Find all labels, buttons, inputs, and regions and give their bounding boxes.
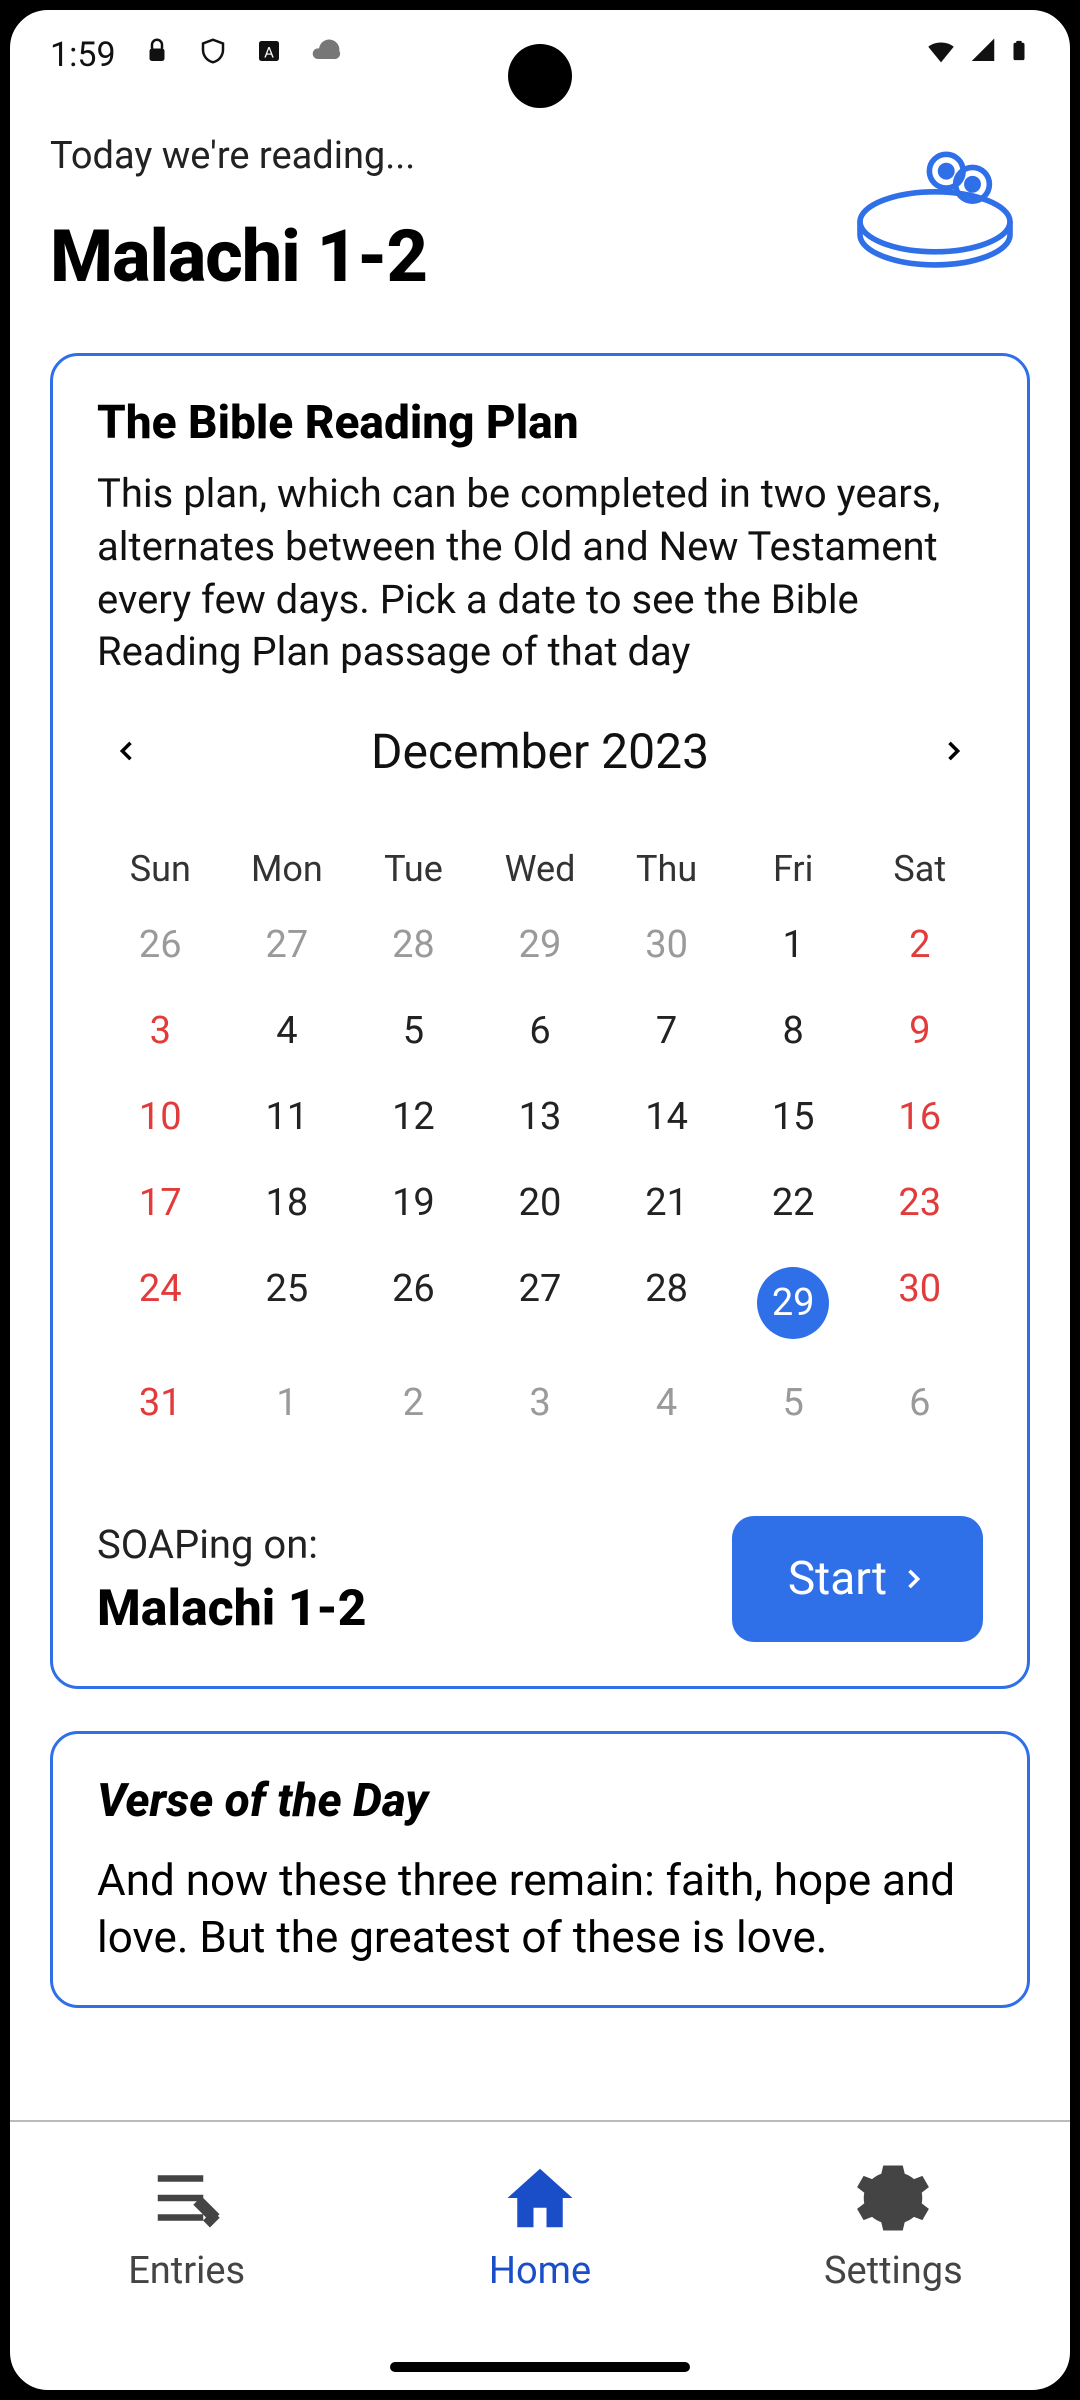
entries-icon [148,2159,226,2237]
calendar-day[interactable]: 21 [603,1160,730,1246]
calendar-day[interactable]: 10 [97,1074,224,1160]
calendar-day[interactable]: 28 [350,902,477,988]
start-button-label: Start [788,1552,887,1606]
start-button[interactable]: Start [732,1516,983,1642]
weekday-label: Wed [477,827,604,902]
nav-entries-label: Entries [128,2249,245,2293]
apps-icon: A [254,35,284,75]
votd-title: Verse of the Day [97,1774,983,1828]
home-icon [501,2159,579,2237]
reading-plan-description: This plan, which can be completed in two… [97,468,983,679]
cloud-icon [310,35,342,76]
calendar-day[interactable]: 5 [350,988,477,1074]
calendar-day[interactable]: 11 [224,1074,351,1160]
calendar-day[interactable]: 24 [97,1246,224,1360]
calendar-day[interactable]: 27 [224,902,351,988]
weekday-label: Thu [603,827,730,902]
calendar-day[interactable]: 14 [603,1074,730,1160]
month-label: December 2023 [157,723,923,780]
calendar-day[interactable]: 16 [856,1074,983,1160]
nav-settings-label: Settings [824,2249,963,2293]
main-content: Today we're reading... Malachi 1-2 The B… [10,100,1070,2120]
svg-text:A: A [264,43,274,61]
calendar-day[interactable]: 23 [856,1160,983,1246]
calendar-day[interactable]: 31 [97,1360,224,1446]
calendar-day[interactable]: 12 [350,1074,477,1160]
wifi-icon [924,34,958,77]
calendar-day[interactable]: 26 [350,1246,477,1360]
chevron-right-icon [899,1565,927,1593]
weekday-label: Tue [350,827,477,902]
calendar-day[interactable]: 3 [477,1360,604,1446]
greeting-text: Today we're reading... [50,134,840,178]
soap-passage: Malachi 1-2 [97,1580,366,1638]
calendar-day[interactable]: 22 [730,1160,857,1246]
calendar-day[interactable]: 17 [97,1160,224,1246]
calendar-day[interactable]: 27 [477,1246,604,1360]
calendar-day[interactable]: 6 [477,988,604,1074]
weekday-label: Fri [730,827,857,902]
next-month-button[interactable] [923,721,983,781]
votd-body: And now these three remain: faith, hope … [97,1852,983,1965]
shield-icon [198,35,228,75]
nav-home-label: Home [489,2249,591,2293]
calendar-day[interactable]: 13 [477,1074,604,1160]
calendar-day[interactable]: 4 [224,988,351,1074]
calendar-day[interactable]: 5 [730,1360,857,1446]
calendar-day[interactable]: 15 [730,1074,857,1160]
lock-icon [142,35,172,75]
prev-month-button[interactable] [97,721,157,781]
calendar-day[interactable]: 9 [856,988,983,1074]
camera-cutout [508,44,572,108]
calendar-day[interactable]: 30 [603,902,730,988]
calendar-day[interactable]: 26 [97,902,224,988]
calendar-day[interactable]: 2 [350,1360,477,1446]
device-frame: 1:59 A [0,0,1080,2400]
calendar-day[interactable]: 25 [224,1246,351,1360]
calendar-day[interactable]: 28 [603,1246,730,1360]
reading-plan-title: The Bible Reading Plan [97,396,983,450]
soap-logo-icon [840,128,1030,278]
calendar-day[interactable]: 2 [856,902,983,988]
calendar-day[interactable]: 29 [477,902,604,988]
calendar: SunMonTueWedThuFriSat 262728293012345678… [97,827,983,1446]
calendar-day[interactable]: 7 [603,988,730,1074]
bottom-nav: Entries Home Settings [10,2120,1070,2330]
battery-icon [1008,34,1030,77]
verse-of-the-day-card: Verse of the Day And now these three rem… [50,1731,1030,2008]
gear-icon [854,2159,932,2237]
weekday-label: Sat [856,827,983,902]
weekday-label: Sun [97,827,224,902]
calendar-day[interactable]: 4 [603,1360,730,1446]
calendar-day[interactable]: 6 [856,1360,983,1446]
calendar-day[interactable]: 18 [224,1160,351,1246]
weekday-label: Mon [224,827,351,902]
calendar-day[interactable]: 30 [856,1246,983,1360]
calendar-day[interactable]: 29 [730,1246,857,1360]
nav-settings[interactable]: Settings [717,2122,1070,2330]
calendar-day[interactable]: 1 [224,1360,351,1446]
soap-label: SOAPing on: [97,1521,366,1568]
calendar-day[interactable]: 3 [97,988,224,1074]
calendar-day[interactable]: 20 [477,1160,604,1246]
calendar-day[interactable]: 8 [730,988,857,1074]
reading-plan-card: The Bible Reading Plan This plan, which … [50,353,1030,1689]
nav-entries[interactable]: Entries [10,2122,363,2330]
calendar-day[interactable]: 19 [350,1160,477,1246]
nav-home[interactable]: Home [363,2122,716,2330]
calendar-day[interactable]: 1 [730,902,857,988]
status-time: 1:59 [50,35,116,75]
gesture-bar [390,2362,690,2372]
cell-signal-icon [968,35,998,75]
reading-passage-title: Malachi 1-2 [50,214,840,299]
